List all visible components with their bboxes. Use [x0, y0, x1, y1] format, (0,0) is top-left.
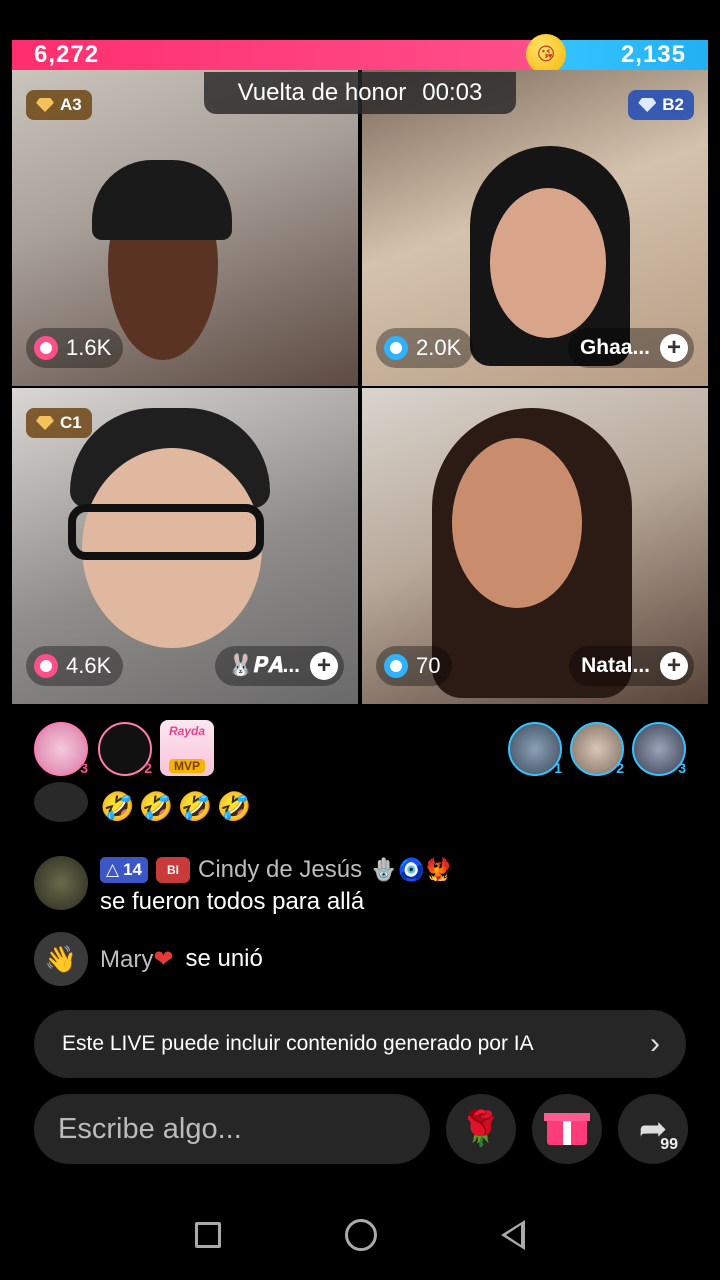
chat-text: se unió: [185, 945, 263, 972]
gift-icon: [544, 1113, 590, 1145]
follow-plus-icon[interactable]: +: [660, 334, 688, 362]
viewer-icon: [34, 336, 58, 360]
team-left-score: 6,272: [12, 40, 552, 70]
video-grid: A3 1.6K B2 2.0K Ghaa... + C1 4.6K 🐰𝑷𝑨...…: [12, 70, 708, 704]
system-navigation-bar: [0, 1190, 720, 1280]
chat-text: se fueron todos para allá: [100, 888, 365, 915]
top-gifter-avatar[interactable]: 1: [508, 722, 562, 776]
top-gifter-avatar[interactable]: 2: [570, 722, 624, 776]
chat-message: 🤣🤣🤣🤣: [34, 781, 256, 823]
avatar[interactable]: [34, 856, 88, 910]
viewer-icon: [384, 654, 408, 678]
ai-notice-text: Este LIVE puede incluir contenido genera…: [62, 1032, 534, 1055]
video-tile-2[interactable]: B2 2.0K Ghaa... +: [362, 70, 708, 386]
team-right-score: 2,135: [552, 40, 708, 70]
chat-username[interactable]: Cindy de Jesús: [198, 856, 362, 884]
battle-score-bar: 6,272 2,135 😘: [12, 34, 708, 74]
share-count: 99: [660, 1136, 678, 1153]
hair-shape: [92, 160, 232, 240]
triangle-icon: △: [106, 860, 120, 879]
chat-message: △ 14 BI Cindy de Jesús 🪬🧿🐦‍🔥 se fueron to…: [34, 856, 452, 916]
timer-label: Vuelta de honor: [237, 79, 407, 106]
guest-name-follow[interactable]: Ghaa... +: [567, 328, 694, 368]
avatar[interactable]: [34, 781, 88, 822]
chat-text: 🤣🤣🤣🤣: [100, 791, 256, 822]
gift-button[interactable]: [532, 1094, 602, 1164]
mvp-badge[interactable]: Rayda MVP: [160, 720, 214, 776]
video-tile-3[interactable]: C1 4.6K 🐰𝑷𝑨... +: [12, 388, 358, 704]
glasses-shape: [68, 504, 264, 560]
guest-name-follow[interactable]: 🐰𝑷𝑨... +: [215, 646, 344, 686]
viewer-icon: [34, 654, 58, 678]
kiss-emoji-icon: 😘: [526, 34, 566, 74]
gifter-ranking: 3 2 Rayda MVP 1 2 3: [0, 720, 720, 780]
rank-badge: C1: [26, 408, 92, 438]
follow-plus-icon[interactable]: +: [310, 652, 338, 680]
viewer-count: 4.6K: [26, 646, 124, 686]
diamond-icon: [36, 416, 54, 430]
rank-badge: B2: [628, 90, 694, 120]
fan-badge: BI: [156, 857, 190, 883]
home-icon[interactable]: [345, 1219, 377, 1251]
chat-body: △ 14 BI Cindy de Jesús 🪬🧿🐦‍🔥 se fueron to…: [100, 856, 452, 916]
timer-value: 00:03: [422, 79, 483, 106]
username-decor: 🪬🧿🐦‍🔥: [370, 857, 453, 882]
ai-content-notice[interactable]: Este LIVE puede incluir contenido genera…: [34, 1010, 686, 1078]
back-icon[interactable]: [501, 1220, 525, 1250]
diamond-icon: [36, 98, 54, 112]
guest-face: [452, 438, 582, 608]
diamond-icon: [638, 98, 657, 112]
rose-gift-button[interactable]: 🌹: [446, 1094, 516, 1164]
video-tile-4[interactable]: 70 Natal... +: [362, 388, 708, 704]
recents-icon[interactable]: [195, 1222, 221, 1248]
rose-icon: 🌹: [459, 1110, 503, 1148]
top-gifter-avatar[interactable]: 2: [98, 722, 152, 776]
guest-face: [490, 188, 606, 338]
chat-username[interactable]: Mary❤: [100, 945, 173, 974]
rank-badge: A3: [26, 90, 92, 120]
round-timer: Vuelta de honor 00:03: [204, 72, 516, 114]
viewer-count: 2.0K: [376, 328, 474, 368]
join-notice: 👋 Mary❤ se unió: [34, 932, 263, 986]
viewer-count: 70: [376, 646, 453, 686]
viewer-count: 1.6K: [26, 328, 124, 368]
video-tile-1[interactable]: A3 1.6K: [12, 70, 358, 386]
level-badge: △ 14: [100, 857, 148, 883]
follow-plus-icon[interactable]: +: [660, 652, 688, 680]
guest-name-follow[interactable]: Natal... +: [569, 646, 694, 686]
wave-hand-icon: 👋: [34, 932, 88, 986]
comment-input[interactable]: [34, 1094, 430, 1164]
viewer-icon: [384, 336, 408, 360]
share-button[interactable]: ➦ 99: [618, 1094, 688, 1164]
top-gifter-avatar[interactable]: 3: [34, 722, 88, 776]
top-gifter-avatar[interactable]: 3: [632, 722, 686, 776]
chevron-right-icon: ›: [650, 1027, 660, 1060]
